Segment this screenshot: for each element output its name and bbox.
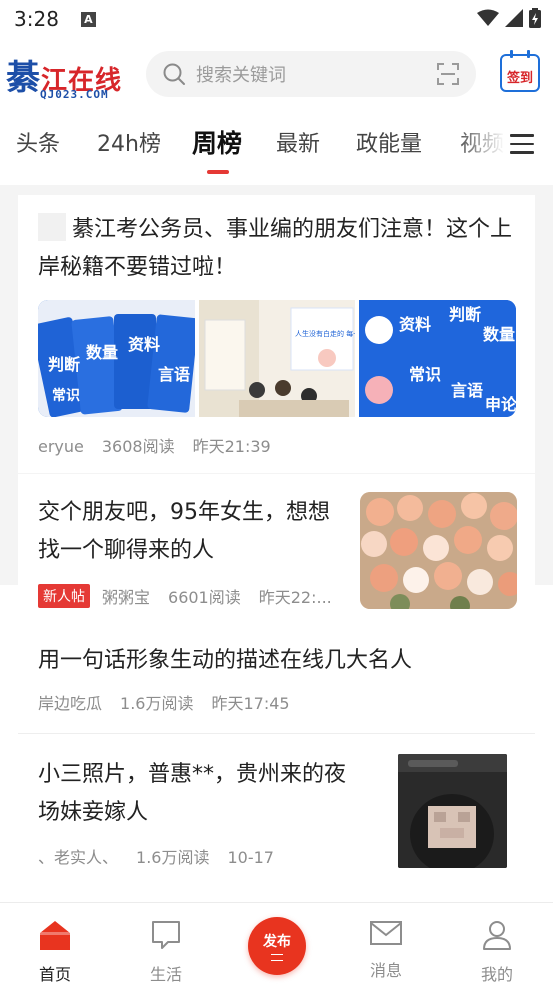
post-reads: 6601阅读 bbox=[168, 588, 241, 607]
chat-bubble-icon bbox=[152, 921, 180, 949]
scan-icon[interactable] bbox=[436, 62, 460, 86]
nav-life[interactable]: 生活 bbox=[131, 919, 201, 984]
tab-latest[interactable]: 最新 bbox=[276, 126, 320, 158]
nav-messages-label: 消息 bbox=[369, 961, 402, 980]
bottom-nav: 首页 生活 发布 消息 我的 bbox=[0, 902, 553, 984]
nav-home-label: 首页 bbox=[38, 965, 71, 984]
post-title: 小三照片，普惠**，贵州来的夜场妹妾嫁人 bbox=[38, 762, 347, 825]
search-bar[interactable]: 搜索关键词 bbox=[146, 51, 476, 97]
flower-bouquet-image bbox=[360, 492, 517, 609]
signal-icon bbox=[505, 9, 523, 27]
post-title: 交个朋友吧，95年女生，想想找一个聊得来的人 bbox=[38, 500, 330, 563]
logo-domain: QJ023.COM bbox=[40, 88, 109, 101]
post-author[interactable]: eryue bbox=[38, 437, 84, 456]
signin-label: 签到 bbox=[506, 71, 533, 86]
nav-me-label: 我的 bbox=[480, 965, 513, 984]
tab-24h-rank[interactable]: 24h榜 bbox=[97, 126, 161, 158]
category-tabs: 头条 24h榜 周榜 最新 政能量 视频 bbox=[0, 118, 553, 178]
post-author[interactable]: 岸边吃瓜 bbox=[38, 694, 102, 713]
post-title-text: 綦江考公务员、事业编的朋友们注意！这个上岸秘籍不要错过啦！ bbox=[38, 217, 513, 280]
post-time: 昨天21:39 bbox=[192, 437, 271, 456]
exam-books-image: 资料 数量 判断 常识 言语 bbox=[38, 300, 195, 417]
nav-me[interactable]: 我的 bbox=[462, 919, 532, 984]
post-reads: 1.6万阅读 bbox=[136, 848, 210, 867]
tabs-fade bbox=[455, 118, 505, 168]
user-icon bbox=[483, 921, 511, 950]
post-card[interactable]: 交个朋友吧，95年女生，想想找一个聊得来的人 新人帖 粥粥宝 6601阅读 昨天22:… bbox=[18, 474, 535, 624]
exam-books-image: 资料 判断 数量 常识 言语 申论 bbox=[359, 300, 517, 417]
image3-label-3: 常识 bbox=[409, 365, 441, 384]
image3-label-5: 申论 bbox=[485, 395, 516, 414]
post-time: 昨天17:45 bbox=[211, 694, 290, 713]
image1-label-0: 资料 bbox=[128, 335, 160, 354]
image1-label-4: 言语 bbox=[158, 365, 190, 384]
nav-life-label: 生活 bbox=[149, 965, 182, 984]
image1-label-3: 常识 bbox=[52, 387, 80, 404]
post-time: 10-17 bbox=[227, 848, 274, 867]
tab-positive-energy[interactable]: 政能量 bbox=[356, 126, 422, 158]
image1-label-1: 数量 bbox=[86, 343, 118, 362]
post-meta: 、老实人、 1.6万阅读 10-17 bbox=[38, 844, 292, 868]
post-author[interactable]: 、老实人、 bbox=[38, 848, 118, 867]
nav-messages[interactable]: 消息 bbox=[351, 919, 421, 981]
blurred-portrait-image bbox=[398, 754, 507, 868]
title-placeholder-icon bbox=[38, 213, 66, 241]
new-post-badge: 新人帖 bbox=[38, 584, 90, 608]
post-reads: 3608阅读 bbox=[101, 437, 175, 456]
image3-label-1: 判断 bbox=[449, 305, 481, 324]
home-icon bbox=[40, 921, 70, 950]
post-card[interactable]: 小三照片，普惠**，贵州来的夜场妹妾嫁人 、老实人、 1.6万阅读 10-17 bbox=[18, 733, 535, 885]
image3-label-2: 数量 bbox=[483, 325, 515, 344]
menu-icon[interactable] bbox=[510, 134, 534, 154]
post-image[interactable]: 资料 数量 判断 常识 言语 bbox=[38, 300, 195, 417]
tab-headlines[interactable]: 头条 bbox=[16, 126, 60, 158]
post-title: 綦江考公务员、事业编的朋友们注意！这个上岸秘籍不要错过啦！ bbox=[38, 211, 518, 287]
post-meta: 新人帖 粥粥宝 6601阅读 昨天22:... bbox=[38, 584, 350, 608]
search-icon bbox=[163, 63, 185, 85]
wifi-icon bbox=[477, 9, 499, 26]
post-author[interactable]: 粥粥宝 bbox=[102, 584, 150, 608]
image1-label-2: 判断 bbox=[48, 355, 80, 374]
post-time: 昨天22:... bbox=[258, 588, 332, 607]
post-card[interactable]: 用一句话形象生动的描述在线几大名人 岸边吃瓜 1.6万阅读 昨天17:45 bbox=[18, 624, 535, 732]
post-image[interactable]: 资料 判断 数量 常识 言语 申论 bbox=[359, 300, 517, 417]
image2-slogan: 人生没有白走的 每一步都算数 bbox=[295, 329, 356, 338]
publish-label: 发布 bbox=[263, 934, 291, 950]
image3-label-4: 言语 bbox=[451, 381, 483, 400]
search-placeholder: 搜索关键词 bbox=[196, 65, 286, 86]
notification-icon: A bbox=[80, 11, 96, 27]
classroom-image: 人生没有白走的 每一步都算数 bbox=[198, 300, 356, 417]
publish-button[interactable]: 发布 bbox=[248, 917, 306, 975]
status-time: 3:28 bbox=[14, 7, 59, 31]
post-card[interactable]: 綦江考公务员、事业编的朋友们注意！这个上岸秘籍不要错过啦！ 资料 数量 判断 常… bbox=[18, 195, 535, 473]
publish-lines-icon bbox=[271, 954, 283, 961]
post-thumbnail[interactable] bbox=[360, 492, 517, 609]
post-image[interactable]: 人生没有白走的 每一步都算数 bbox=[198, 300, 356, 417]
post-reads: 1.6万阅读 bbox=[120, 694, 194, 713]
post-image-row: 资料 数量 判断 常识 言语 人生没有白走的 每一步都算数 bbox=[38, 300, 517, 417]
signin-button[interactable]: 签到 bbox=[500, 50, 540, 92]
envelope-icon bbox=[370, 921, 402, 945]
image3-label-0: 资料 bbox=[399, 315, 431, 334]
status-bar: 3:28 A bbox=[0, 0, 553, 38]
post-thumbnail[interactable] bbox=[398, 754, 507, 868]
top-header: 綦江在线 QJ023.COM 搜索关键词 签到 bbox=[0, 40, 553, 108]
status-icons bbox=[477, 8, 541, 28]
site-logo[interactable]: 綦江在线 QJ023.COM bbox=[6, 50, 131, 101]
post-title: 用一句话形象生动的描述在线几大名人 bbox=[38, 648, 413, 673]
logo-big-char: 綦 bbox=[6, 58, 41, 98]
nav-home[interactable]: 首页 bbox=[20, 919, 90, 984]
active-tab-indicator bbox=[207, 170, 229, 174]
battery-icon bbox=[529, 8, 541, 28]
post-meta: 岸边吃瓜 1.6万阅读 昨天17:45 bbox=[38, 690, 308, 714]
tab-weekly-rank[interactable]: 周榜 bbox=[192, 124, 242, 160]
post-meta: eryue 3608阅读 昨天21:39 bbox=[38, 433, 289, 457]
